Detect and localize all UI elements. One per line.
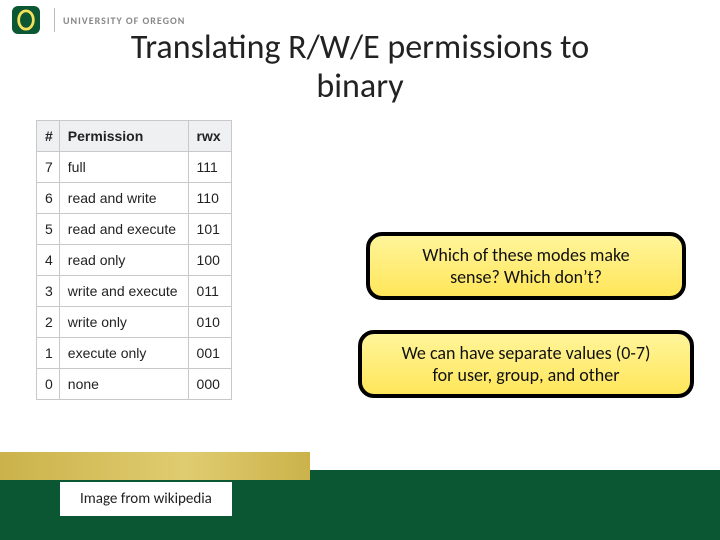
- callout-note: We can have separate values (0-7) for us…: [358, 330, 694, 398]
- slide-title: Translating R/W/E permissions to binary: [0, 28, 720, 106]
- cell-num: 0: [37, 369, 60, 400]
- callout-line: sense? Which don’t?: [450, 266, 602, 288]
- table-row: 2write only010: [37, 307, 232, 338]
- table-row: 3write and execute011: [37, 276, 232, 307]
- cell-rwx: 010: [188, 307, 231, 338]
- col-rwx: rwx: [188, 121, 231, 152]
- callout-question: Which of these modes make sense? Which d…: [366, 232, 686, 300]
- cell-rwx: 100: [188, 245, 231, 276]
- cell-permission: read only: [59, 245, 188, 276]
- table-row: 1execute only001: [37, 338, 232, 369]
- cell-permission: write and execute: [59, 276, 188, 307]
- university-name: UNIVERSITY OF OREGON: [63, 14, 185, 27]
- cell-permission: none: [59, 369, 188, 400]
- cell-rwx: 001: [188, 338, 231, 369]
- table-row: 6read and write110: [37, 183, 232, 214]
- permissions-table: # Permission rwx 7full111 6read and writ…: [36, 120, 232, 400]
- cell-permission: execute only: [59, 338, 188, 369]
- cell-permission: full: [59, 152, 188, 183]
- table-row: 0none000: [37, 369, 232, 400]
- cell-num: 3: [37, 276, 60, 307]
- col-num: #: [37, 121, 60, 152]
- callout-line: for user, group, and other: [433, 364, 620, 386]
- title-line-2: binary: [316, 66, 403, 107]
- callout-line: Which of these modes make: [422, 244, 629, 266]
- cell-num: 2: [37, 307, 60, 338]
- cell-permission: read and write: [59, 183, 188, 214]
- cell-rwx: 111: [188, 152, 231, 183]
- table-header-row: # Permission rwx: [37, 121, 232, 152]
- cell-permission: read and execute: [59, 214, 188, 245]
- cell-num: 4: [37, 245, 60, 276]
- image-credit: Image from wikipedia: [60, 482, 232, 516]
- cell-permission: write only: [59, 307, 188, 338]
- cell-rwx: 011: [188, 276, 231, 307]
- cell-rwx: 110: [188, 183, 231, 214]
- cell-num: 5: [37, 214, 60, 245]
- cell-num: 7: [37, 152, 60, 183]
- slide: UNIVERSITY OF OREGON Translating R/W/E p…: [0, 0, 720, 540]
- title-line-1: Translating R/W/E permissions to: [131, 27, 589, 68]
- col-permission: Permission: [59, 121, 188, 152]
- footer-gold-strip: [0, 452, 310, 480]
- callout-line: We can have separate values (0-7): [402, 342, 651, 364]
- table-row: 5read and execute101: [37, 214, 232, 245]
- table-row: 4read only100: [37, 245, 232, 276]
- cell-rwx: 101: [188, 214, 231, 245]
- cell-num: 6: [37, 183, 60, 214]
- cell-num: 1: [37, 338, 60, 369]
- table-row: 7full111: [37, 152, 232, 183]
- cell-rwx: 000: [188, 369, 231, 400]
